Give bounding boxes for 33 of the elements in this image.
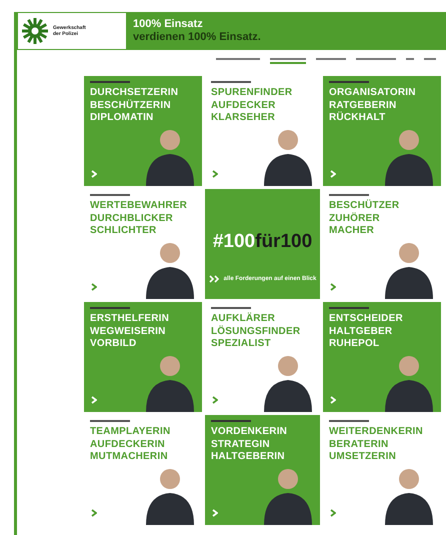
card-title: ORGANISATORIN RATGEBERIN RÜCKHALT: [329, 87, 417, 124]
card-title: TEAMPLAYERIN AUFDECKERIN MUTMACHERIN: [90, 426, 172, 464]
chevron-icon: [330, 509, 336, 517]
hashtag-text: #100für100: [212, 230, 312, 252]
subline: verdienen 100% Einsatz.: [133, 31, 262, 44]
profile-card[interactable]: VORDENKERIN STRATEGIN HALTGEBERIN: [205, 415, 320, 525]
card-title: WEITERDENKERIN BERATERIN UMSETZERIN: [329, 426, 424, 464]
card-title: BESCHÜTZER ZUHÖRER MACHER: [329, 200, 400, 238]
chevron-icon: [330, 170, 336, 178]
chevron-icon: [91, 509, 97, 517]
double-chevron-icon: [208, 274, 221, 282]
card-title: AUFKLÄRER LÖSUNGSFINDER SPEZIALIST: [211, 313, 302, 350]
card-title: ENTSCHEIDER HALTGEBER RUHEPOL: [329, 313, 404, 350]
chevron-icon: [91, 396, 97, 404]
chevron-icon: [212, 509, 218, 517]
card-title: VORDENKERIN STRATEGIN HALTGEBERIN: [211, 426, 288, 464]
profile-card[interactable]: ERSTHELFERIN WEGWEISERIN VORBILD: [84, 302, 202, 412]
chevron-icon: [330, 283, 336, 291]
chevron-icon: [91, 170, 97, 178]
card-title: ERSTHELFERIN WEGWEISERIN VORBILD: [90, 313, 170, 350]
nav-link-placeholder[interactable]: [270, 58, 306, 64]
chevron-icon: [212, 396, 218, 404]
profile-card[interactable]: ENTSCHEIDER HALTGEBER RUHEPOL: [323, 302, 441, 412]
card-title: WERTEBEWAHRER DURCHBLICKER SCHLICHTER: [90, 200, 188, 238]
profile-card[interactable]: DURCHSETZERIN BESCHÜTZERIN DIPLOMATIN: [84, 76, 202, 186]
profile-card[interactable]: ORGANISATORIN RATGEBERIN RÜCKHALT: [323, 76, 441, 186]
chevron-icon: [330, 396, 336, 404]
chevron-icon: [91, 283, 97, 291]
card-title: SPURENFINDER AUFDECKER KLARSEHER: [211, 87, 294, 124]
card-title: DURCHSETZERIN BESCHÜTZERIN DIPLOMATIN: [90, 87, 180, 124]
headline: 100% Einsatz: [133, 18, 204, 31]
star-emblem-icon: [21, 17, 49, 45]
chevron-icon: [212, 170, 218, 178]
